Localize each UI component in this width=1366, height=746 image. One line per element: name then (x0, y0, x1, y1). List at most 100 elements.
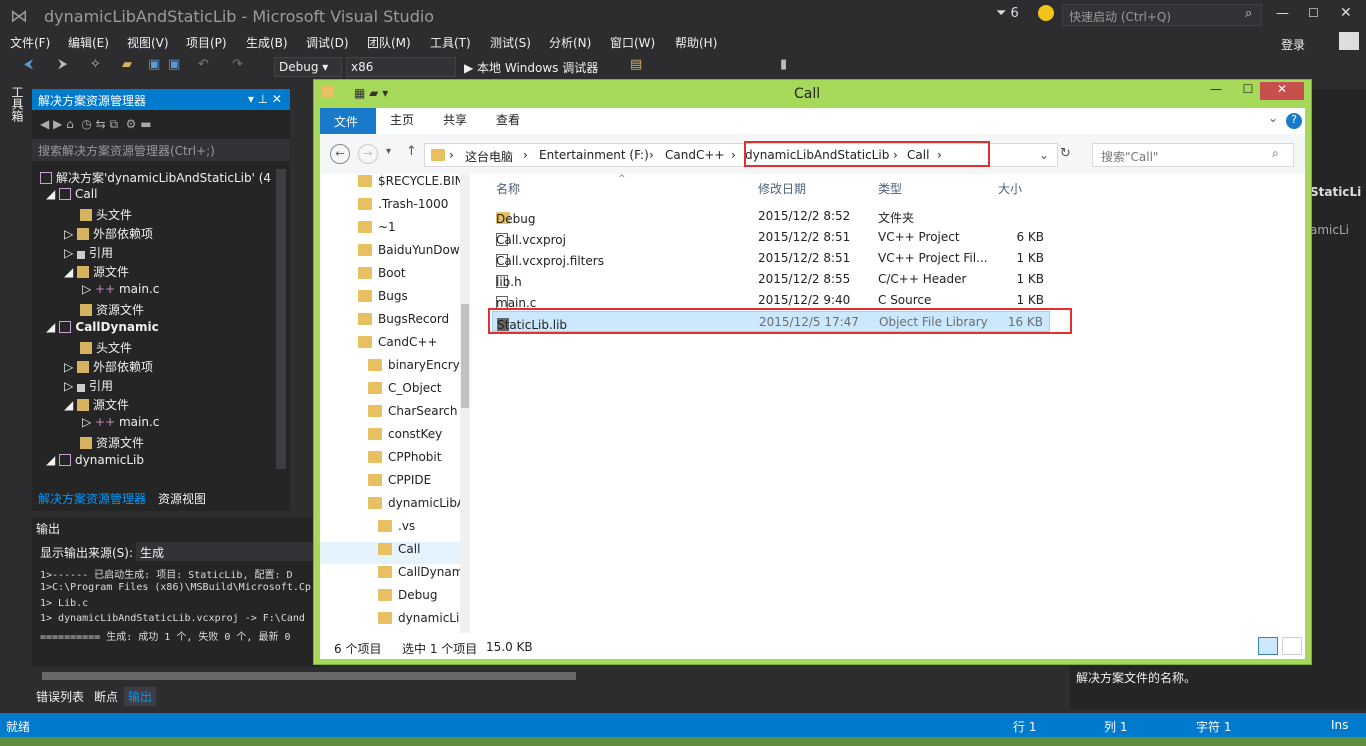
nav-item[interactable]: BugsRecord (358, 312, 470, 334)
search-input[interactable]: 搜索"Call" (1092, 143, 1294, 167)
tree-node[interactable]: ▷ ++ main.c (82, 282, 159, 301)
tree-node[interactable]: 头文件 (80, 339, 132, 358)
menu-analyze[interactable]: 分析(N) (549, 34, 591, 51)
tree-node[interactable]: ◢ Call (46, 187, 97, 206)
menu-tools[interactable]: 工具(T) (430, 34, 471, 51)
nav-item[interactable]: Debug (378, 588, 460, 610)
tree-node[interactable]: ◢ CallDynamic (46, 320, 159, 339)
ribbon-tab-home[interactable]: 主页 (390, 111, 414, 128)
solution-search-input[interactable]: 搜索解决方案资源管理器(Ctrl+;) (32, 139, 290, 161)
search-icon[interactable]: ⌕ (1272, 146, 1279, 161)
tree-node[interactable]: ▷ 引用 (64, 244, 113, 263)
nav-item[interactable]: CallDynamic (378, 565, 460, 587)
tree-node[interactable]: ▷ ++ main.c (82, 415, 159, 434)
output-hscroll[interactable] (32, 668, 1070, 684)
menu-debug[interactable]: 调试(D) (306, 34, 349, 51)
solution-root[interactable]: 解决方案'dynamicLibAndStaticLib' (4 (40, 169, 271, 186)
tree-node[interactable]: ◢ 源文件 (64, 396, 129, 415)
quick-access-icons[interactable]: ▦ ▰ ▾ (354, 86, 388, 100)
tab-resource-view[interactable]: 资源视图 (152, 488, 212, 508)
bookmark-icon[interactable]: ▮ (780, 57, 787, 77)
ribbon-tab-share[interactable]: 共享 (443, 111, 467, 128)
expand-ribbon-icon[interactable]: ⌄ (1268, 111, 1278, 125)
nav-item[interactable]: Bugs (358, 289, 470, 311)
crumb-drive[interactable]: Entertainment (F:) (539, 148, 649, 162)
nav-item[interactable]: CandC++ (358, 335, 470, 357)
details-view-button[interactable] (1258, 637, 1278, 655)
search-icon[interactable]: ⌕ (1245, 6, 1252, 21)
tab-solution-explorer[interactable]: 解决方案资源管理器 (32, 488, 153, 508)
nav-item[interactable]: C_Object (368, 381, 460, 403)
file-row[interactable]: lib.h 2015/12/2 8:55 C/C++ Header 1 KB (492, 269, 1050, 290)
ribbon-tab-view[interactable]: 查看 (496, 111, 520, 128)
file-row[interactable]: Call.vcxproj.filters 2015/12/2 8:51 VC++… (492, 248, 1050, 269)
nav-item[interactable]: .vs (378, 519, 460, 541)
column-name[interactable]: 名称 (496, 180, 520, 197)
tree-node[interactable]: ◢ 源文件 (64, 263, 129, 282)
tab-error-list[interactable]: 错误列表 (32, 687, 88, 706)
save-icon[interactable]: ▣ (148, 57, 160, 77)
menu-build[interactable]: 生成(B) (246, 34, 288, 51)
tree-node[interactable]: 头文件 (80, 206, 132, 225)
refresh-icon[interactable]: ↻ (1060, 146, 1071, 161)
menu-window[interactable]: 窗口(W) (610, 34, 655, 51)
help-icon[interactable]: ? (1286, 113, 1302, 129)
minimize-button[interactable]: — (1276, 6, 1289, 21)
nav-item[interactable]: .Trash-1000 (358, 197, 470, 219)
output-source-select[interactable]: 生成 (136, 542, 336, 561)
file-row[interactable]: Call.vcxproj 2015/12/2 8:51 VC++ Project… (492, 227, 1050, 248)
menu-team[interactable]: 团队(M) (367, 34, 411, 51)
menu-project[interactable]: 项目(P) (186, 34, 227, 51)
account-avatar[interactable] (1339, 32, 1359, 50)
recent-dropdown-icon[interactable]: ▾ (386, 146, 391, 157)
maximize-button[interactable]: ☐ (1308, 6, 1319, 20)
scroll-thumb[interactable] (42, 672, 576, 680)
forward-button[interactable]: → (358, 144, 378, 164)
back-button[interactable]: ← (330, 144, 350, 164)
nav-item[interactable]: dynamicLib (378, 611, 460, 633)
platform-select[interactable]: x86 (346, 57, 456, 77)
redo-icon[interactable]: ↷ (232, 57, 243, 77)
tab-breakpoints[interactable]: 断点 (90, 687, 122, 706)
nav-scrollbar[interactable] (460, 174, 470, 633)
menu-view[interactable]: 视图(V) (127, 34, 169, 51)
pin-icon[interactable]: ▾ ⊥ ✕ (248, 92, 282, 106)
tree-node[interactable]: ◢ dynamicLib (46, 453, 144, 472)
back-icon[interactable]: ⮜ (24, 57, 33, 77)
attach-icon[interactable]: ▤ (630, 57, 642, 77)
forward-icon[interactable]: ⮞ (58, 57, 67, 77)
close-button[interactable]: ✕ (1340, 5, 1352, 21)
nav-item[interactable]: CPPIDE (368, 473, 460, 495)
nav-item[interactable]: BaiduYunDownload (358, 243, 470, 265)
nav-item[interactable]: $RECYCLE.BIN (358, 174, 470, 196)
nav-item[interactable]: Boot (358, 266, 470, 288)
menu-edit[interactable]: 编辑(E) (68, 34, 109, 51)
tree-scrollbar[interactable] (276, 169, 286, 469)
nav-item[interactable]: CPPhobit (368, 450, 460, 472)
menu-test[interactable]: 测试(S) (490, 34, 531, 51)
toolbox-tab[interactable]: 工具箱 (4, 86, 26, 186)
open-icon[interactable]: ▰ (122, 57, 132, 77)
nav-icons[interactable]: ◀ ▶ ⌂ ◷ ⇆ ⧉ ⚙ ▬ (40, 117, 152, 132)
nav-item[interactable]: constKey (368, 427, 460, 449)
feedback-smiley-icon[interactable] (1038, 5, 1054, 21)
start-debug-button[interactable]: ▶ 本地 Windows 调试器 (464, 59, 598, 79)
nav-item[interactable]: CharSearch (368, 404, 460, 426)
column-size[interactable]: 大小 (998, 180, 1022, 197)
tree-node[interactable]: ▷ 外部依赖项 (64, 225, 153, 244)
tree-node[interactable]: 资源文件 (80, 434, 144, 453)
up-button[interactable]: ↑ (406, 144, 417, 159)
nav-item[interactable]: dynamicLibAndStaticLib (368, 496, 460, 518)
address-dropdown-icon[interactable]: ⌄ (1039, 148, 1049, 162)
nav-item-selected[interactable]: Call (320, 542, 460, 564)
tab-output[interactable]: 输出 (124, 687, 157, 706)
crumb-this-pc[interactable]: 这台电脑 (465, 148, 513, 165)
undo-icon[interactable]: ↶ (198, 57, 209, 77)
column-date[interactable]: 修改日期 (758, 180, 806, 197)
login-link[interactable]: 登录 (1281, 36, 1305, 53)
nav-scroll-thumb[interactable] (461, 304, 469, 408)
ribbon-tab-file[interactable]: 文件 (320, 108, 376, 134)
file-row[interactable]: Debug 2015/12/2 8:52 文件夹 (492, 206, 1050, 227)
tree-node[interactable]: ▷ 外部依赖项 (64, 358, 153, 377)
column-type[interactable]: 类型 (878, 180, 902, 197)
